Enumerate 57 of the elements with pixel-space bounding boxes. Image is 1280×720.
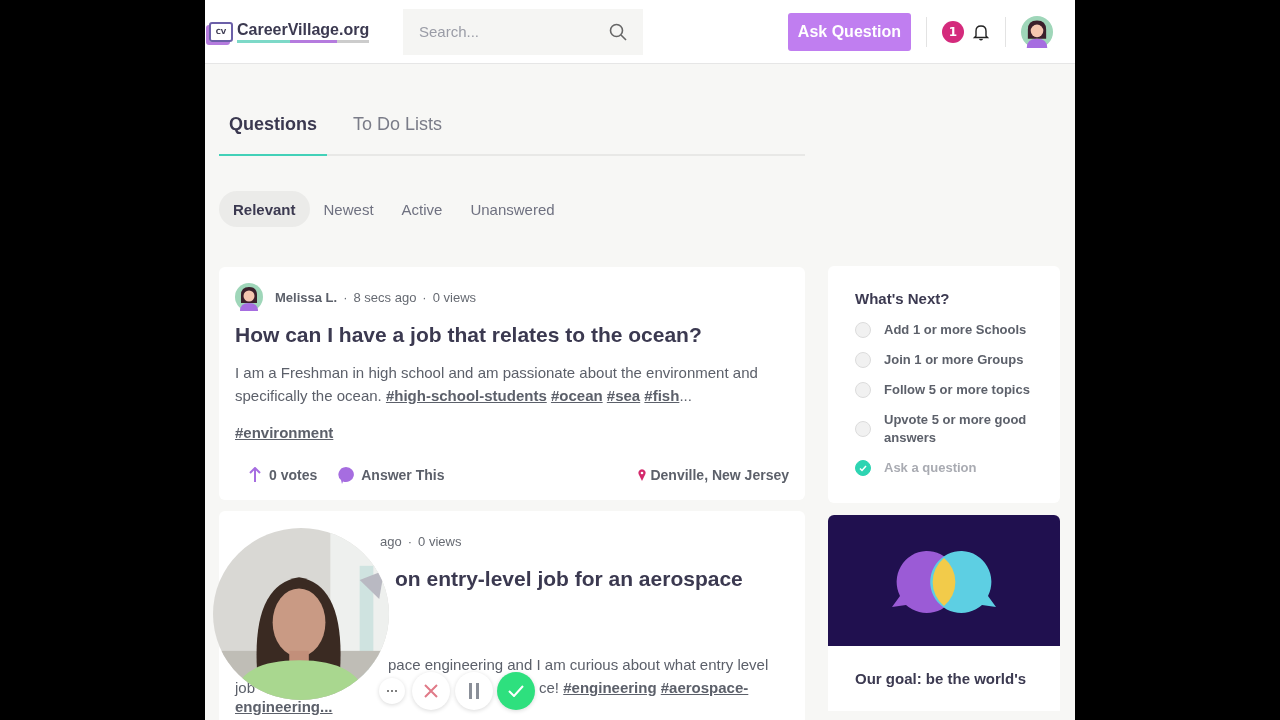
hashtag-link[interactable]: #sea bbox=[606, 387, 641, 404]
chat-bubble-icon[interactable] bbox=[337, 466, 356, 484]
dots-icon bbox=[386, 689, 398, 693]
tab[interactable]: Questions bbox=[219, 104, 327, 156]
question-body: pace engineering and I am curious about what entry level bbox=[388, 656, 769, 673]
checklist-checkbox[interactable] bbox=[855, 322, 871, 338]
checklist-label[interactable]: Add 1 or more Schools bbox=[884, 321, 1027, 339]
hashtag-link[interactable]: #high-school-students bbox=[385, 387, 547, 404]
checklist-checkbox[interactable] bbox=[855, 352, 871, 368]
logo-text[interactable]: CareerVillage.org bbox=[237, 20, 370, 43]
separator: · bbox=[407, 533, 413, 549]
card-title: What's Next? bbox=[855, 290, 951, 307]
upvote-icon[interactable] bbox=[249, 467, 261, 483]
checklist-checkbox[interactable] bbox=[855, 382, 871, 398]
question-body: job bbox=[235, 679, 256, 696]
checklist-checkbox[interactable] bbox=[855, 421, 871, 437]
post-time: ago bbox=[380, 533, 402, 549]
checklist-label[interactable]: Upvote 5 or more good answers bbox=[884, 411, 1033, 447]
location-pin-icon bbox=[638, 469, 647, 481]
notification-badge[interactable]: 1 bbox=[942, 20, 964, 43]
hashtag-link[interactable]: #aerospace- bbox=[660, 679, 749, 696]
filter-pill[interactable]: Unanswered bbox=[456, 191, 569, 227]
checklist-label[interactable]: Join 1 or more Groups bbox=[884, 351, 1024, 369]
avatar[interactable] bbox=[1021, 15, 1053, 48]
bell-icon[interactable] bbox=[972, 22, 990, 41]
goal-text: Our goal: be the world's bbox=[828, 646, 1060, 711]
question-body: I am a Freshman in high school and am passionate about the environment and specifically the ocean. #high-school-students #ocean #sea #fish... bbox=[235, 363, 759, 406]
view-count: 0 views bbox=[432, 289, 477, 305]
author-name[interactable]: Melissa L. bbox=[275, 289, 338, 305]
close-icon bbox=[424, 684, 438, 698]
hashtag-link[interactable]: engineering... bbox=[235, 698, 333, 715]
view-count: 0 views bbox=[418, 533, 462, 549]
search-icon[interactable] bbox=[609, 22, 627, 41]
check-icon bbox=[508, 685, 524, 697]
separator: · bbox=[422, 289, 427, 305]
hashtag-link[interactable]: #engineering bbox=[563, 679, 657, 696]
filter-pill[interactable]: Relevant bbox=[219, 191, 310, 227]
question-title[interactable]: on entry-level job for an aerospace bbox=[395, 567, 743, 590]
post-time: 8 secs ago bbox=[353, 289, 417, 305]
hashtag-link[interactable]: #fish bbox=[644, 387, 680, 404]
hashtag-link[interactable]: #ocean bbox=[550, 387, 603, 404]
question-title[interactable]: How can I have a job that relates to the ocean? bbox=[235, 323, 789, 347]
filter-pill[interactable]: Active bbox=[387, 191, 457, 227]
checklist-label[interactable]: Follow 5 or more topics bbox=[884, 381, 1030, 399]
checklist-checkbox[interactable] bbox=[855, 460, 871, 476]
answer-link[interactable]: Answer This bbox=[361, 467, 445, 483]
check-icon bbox=[859, 464, 867, 472]
author-avatar bbox=[235, 283, 263, 311]
search-field[interactable]: Search... bbox=[403, 8, 643, 55]
hashtag-link[interactable]: #environment bbox=[235, 424, 334, 441]
vote-count: 0 votes bbox=[269, 467, 318, 483]
filter-pill[interactable]: Newest bbox=[309, 191, 388, 227]
question-body: ce! bbox=[539, 679, 560, 696]
location-text: Denville, New Jersey bbox=[650, 467, 789, 483]
pause-icon bbox=[468, 683, 480, 699]
separator: · bbox=[343, 289, 348, 305]
tab[interactable]: To Do Lists bbox=[343, 104, 453, 156]
